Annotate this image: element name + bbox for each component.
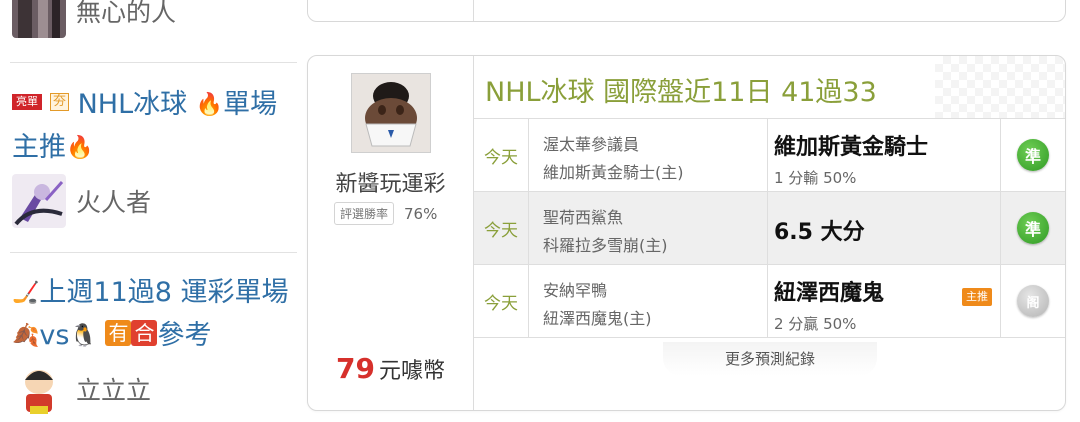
pick-line: 1 分輸 50%: [774, 169, 857, 187]
sidebar: 無心的人 亮單夯 NHL冰球 🔥單場主推🔥 火人者 🏒上週11過8 運彩單場 🍂…: [0, 0, 300, 422]
box-badge: 合: [131, 320, 158, 346]
author-name[interactable]: 無心的人: [76, 0, 176, 29]
author-avatar[interactable]: [351, 73, 431, 153]
post-title-text-2[interactable]: 參考: [157, 320, 211, 351]
user-avatar[interactable]: [12, 0, 66, 38]
result-win-icon: 準: [1017, 139, 1049, 171]
post-title-text[interactable]: 上週11過8 運彩單場: [39, 277, 288, 308]
hockey-stick-icon: 🏒: [12, 280, 40, 306]
header-pattern: [935, 56, 1065, 118]
pick: 紐澤西魔鬼: [774, 281, 885, 306]
away-team: 聖荷西鯊魚: [543, 208, 624, 227]
post-link[interactable]: 🏒上週11過8 運彩單場 🍂vs🐧 有合參考: [12, 272, 302, 357]
result-cell: 準: [1001, 119, 1065, 191]
home-team: 科羅拉多雪崩(主): [543, 236, 668, 255]
day-cell: 今天: [474, 192, 529, 264]
box-badge: 有: [105, 320, 132, 346]
post-author-row[interactable]: 無心的人: [12, 0, 176, 38]
home-team: 紐澤西魔鬼(主): [543, 309, 652, 328]
winrate-label: 評選勝率: [334, 202, 395, 225]
prediction-row[interactable]: 今天 聖荷西鯊魚 科羅拉多雪崩(主) 6.5 大分 準: [474, 191, 1065, 264]
fire-icon: 🔥: [195, 92, 224, 118]
winrate-value: 76%: [404, 204, 438, 223]
pick: 6.5 大分: [774, 220, 865, 245]
prediction-row[interactable]: 今天 渥太華參議員 維加斯黃金騎士(主) 維加斯黃金騎士 1 分輸 50% 準: [474, 118, 1065, 191]
table-bottom-border: [474, 337, 1065, 338]
matchup-cell: 聖荷西鯊魚 科羅拉多雪崩(主): [529, 192, 768, 264]
pick-cell: 紐澤西魔鬼 主推 2 分贏 50%: [768, 265, 1001, 337]
prediction-row[interactable]: 今天 安納罕鴨 紐澤西魔鬼(主) 紐澤西魔鬼 主推 2 分贏 50% 阁: [474, 264, 1065, 337]
matchup-cell: 渥太華參議員 維加斯黃金騎士(主): [529, 119, 768, 191]
pick-cell: 6.5 大分: [768, 192, 1001, 264]
day-cell: 今天: [474, 265, 529, 337]
matchup-cell: 安納罕鴨 紐澤西魔鬼(主): [529, 265, 768, 337]
more-records-button[interactable]: 更多預測紀錄: [663, 348, 877, 369]
win-badge: 夯: [50, 92, 70, 111]
penguin-icon: 🐧: [69, 323, 97, 348]
result-cell: 準: [1001, 192, 1065, 264]
author-name[interactable]: 新醬玩運彩: [308, 166, 473, 198]
main-pick-tag: 主推: [962, 288, 992, 306]
fire-icon: 🔥: [66, 135, 94, 160]
result-cell: 阁: [1001, 265, 1065, 337]
post-author-row[interactable]: 立立立: [12, 362, 151, 416]
result-pending-icon: 阁: [1017, 285, 1049, 317]
home-team: 維加斯黃金騎士(主): [543, 163, 684, 182]
winrate: 評選勝率 76%: [334, 202, 437, 225]
price[interactable]: 79 元噱幣: [308, 352, 473, 385]
hot-badge: 亮單: [12, 93, 42, 110]
away-team: 渥太華參議員: [543, 135, 640, 154]
card-divider: [473, 0, 474, 21]
price-number: 79: [336, 352, 375, 385]
away-team: 安納罕鴨: [543, 281, 608, 300]
price-unit: 元噱幣: [378, 359, 445, 384]
pick-cell: 維加斯黃金騎士 1 分輸 50%: [768, 119, 1001, 191]
divider: [10, 62, 297, 63]
post-author-row[interactable]: 火人者: [12, 174, 151, 228]
author-name[interactable]: 火人者: [76, 183, 151, 219]
pick-line: 2 分贏 50%: [774, 315, 857, 333]
leaf-icon: 🍂: [12, 323, 40, 348]
post-title-text[interactable]: NHL冰球: [78, 89, 196, 120]
prediction-card-previous: [307, 0, 1066, 22]
record-title[interactable]: NHL冰球 國際盤近11日 41過33: [485, 70, 877, 109]
author-name[interactable]: 立立立: [76, 371, 151, 407]
prediction-card[interactable]: 新醬玩運彩 評選勝率 76% 79 元噱幣 NHL冰球 國際盤近11日 41過33…: [307, 55, 1066, 411]
post-link[interactable]: 亮單夯 NHL冰球 🔥單場主推🔥: [12, 84, 302, 169]
user-avatar[interactable]: [12, 362, 66, 416]
day-cell: 今天: [474, 119, 529, 191]
user-avatar[interactable]: [12, 174, 66, 228]
pick: 維加斯黃金騎士: [774, 135, 929, 160]
result-win-icon: 準: [1017, 212, 1049, 244]
prediction-table: 今天 渥太華參議員 維加斯黃金騎士(主) 維加斯黃金騎士 1 分輸 50% 準 …: [474, 118, 1065, 338]
divider: [10, 252, 297, 253]
vs-text[interactable]: vs: [39, 320, 69, 351]
